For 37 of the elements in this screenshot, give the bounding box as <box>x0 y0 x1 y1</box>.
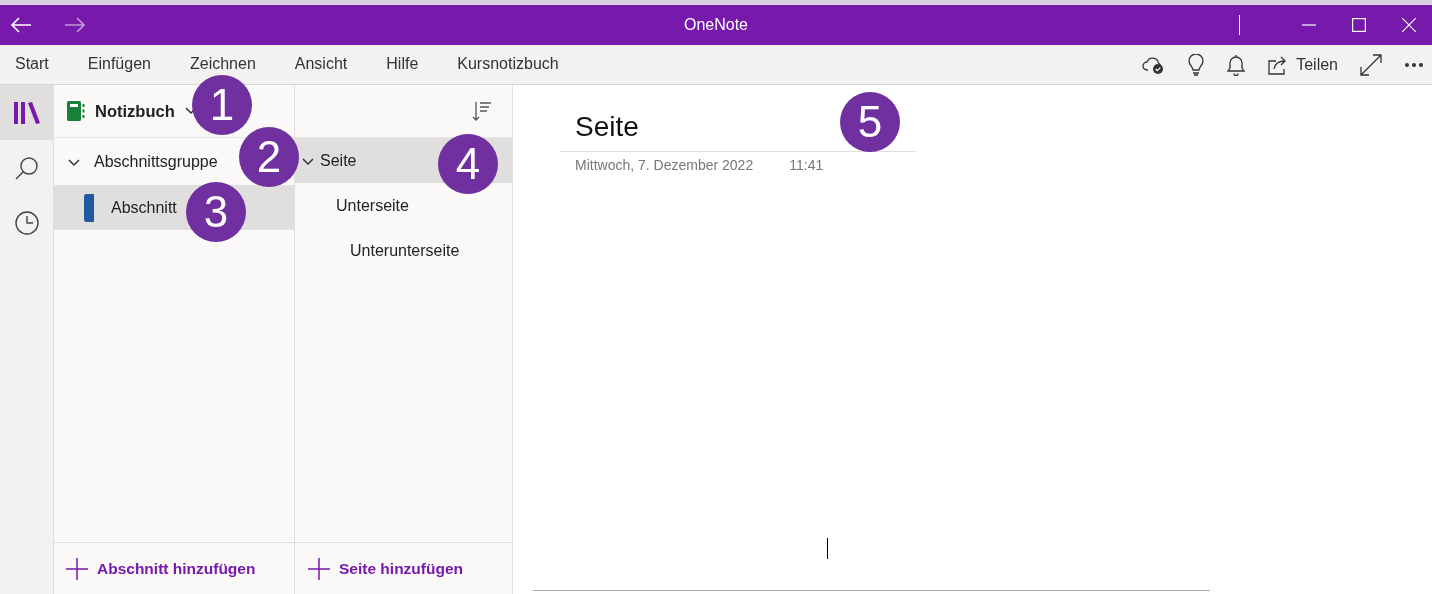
section-item[interactable]: Abschnitt <box>111 198 177 217</box>
lightbulb-icon[interactable] <box>1188 53 1205 76</box>
window-title: OneNote <box>683 16 748 33</box>
page-item[interactable]: Seite <box>320 151 357 170</box>
share-button[interactable]: Teilen <box>1268 54 1338 75</box>
chevron-icon[interactable] <box>68 158 80 167</box>
text-cursor <box>827 538 828 559</box>
separator-line <box>1238 15 1240 35</box>
search-icon <box>14 155 39 180</box>
more-icon[interactable] <box>1404 61 1424 68</box>
menu-tab[interactable]: Einfügen <box>87 54 151 75</box>
menu-tab[interactable]: Ansicht <box>294 54 348 75</box>
menu-tab[interactable]: Hilfe <box>386 54 419 75</box>
page-item[interactable]: Unterunterseite <box>350 241 460 260</box>
maximize-icon[interactable] <box>1352 18 1366 32</box>
close-icon[interactable] <box>1402 18 1416 32</box>
bell-icon[interactable] <box>1226 53 1247 76</box>
clock-icon <box>14 210 39 235</box>
plus-icon <box>308 557 330 580</box>
sort-icon[interactable] <box>472 101 492 121</box>
page-time: 11:41 <box>789 157 824 173</box>
menu-tab[interactable]: Kursnotizbuch <box>457 54 559 75</box>
menu-tab[interactable]: Zeichnen <box>189 54 256 75</box>
back-arrow-icon[interactable] <box>10 17 32 33</box>
page-date: Mittwoch, 7. Dezember 2022 <box>575 157 754 173</box>
expand-icon[interactable] <box>1360 53 1382 76</box>
notebook-icon <box>67 101 85 121</box>
page-item[interactable]: Unterseite <box>336 196 409 215</box>
section-group-label[interactable]: Abschnittsgruppe <box>94 152 218 171</box>
add-page-button[interactable]: Seite hinzufügen <box>308 557 463 580</box>
chevron-icon[interactable] <box>302 157 314 166</box>
menu-tab[interactable]: Start <box>15 54 49 75</box>
page-title[interactable]: Seite <box>575 111 639 147</box>
forward-arrow-icon[interactable] <box>64 17 86 33</box>
add-section-button[interactable]: Abschnitt hinzufügen <box>66 557 256 580</box>
library-icon <box>13 101 40 124</box>
plus-icon <box>66 557 88 580</box>
